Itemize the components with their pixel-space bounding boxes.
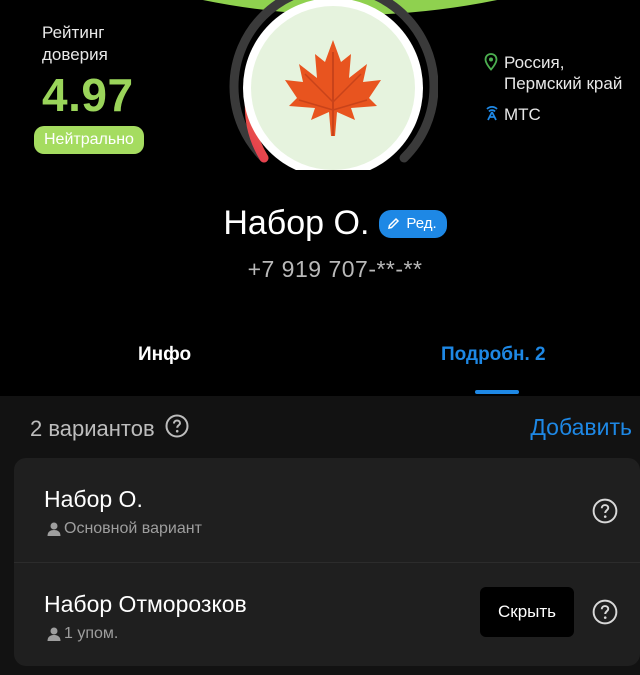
profile-header: Рейтинг доверия 4.97 Нейтрально Россия, … [0, 0, 640, 395]
trust-rating: Рейтинг доверия 4.97 Нейтрально [34, 22, 152, 154]
edit-button-label: Ред. [406, 215, 437, 232]
trust-rating-value: 4.97 [42, 69, 134, 121]
question-circle-icon[interactable] [592, 599, 618, 630]
active-tab-indicator [475, 390, 519, 394]
location-info: Россия, Пермский край МТС [484, 52, 640, 126]
edit-button[interactable]: Ред. [379, 209, 447, 238]
region-row: Россия, Пермский край [484, 52, 640, 94]
question-circle-icon[interactable] [165, 414, 189, 444]
variant-subtitle: 1 упом. [46, 625, 118, 643]
person-icon [47, 522, 61, 536]
variant-subtitle-text: 1 упом. [64, 625, 119, 642]
signal-tower-icon [484, 103, 504, 126]
pencil-icon [388, 217, 400, 229]
variants-section: 2 вариантов Добавить Набор О. Основной в… [0, 396, 640, 675]
variants-count: 2 вариантов [30, 416, 155, 441]
rating-gauge [229, 0, 438, 170]
detail-tabs: Инфо Подробн. 2 [0, 330, 640, 396]
tab-info[interactable]: Инфо [138, 344, 191, 366]
list-item[interactable]: Набор О. Основной вариант [14, 458, 640, 562]
phone-number: +7 919 707-**-** [247, 256, 423, 282]
add-variant-button[interactable]: Добавить [530, 414, 632, 441]
hide-button[interactable]: Скрыть [480, 587, 574, 637]
question-circle-icon[interactable] [592, 498, 618, 529]
contact-name: Набор О. [223, 204, 370, 242]
variants-header: 2 вариантов [30, 414, 189, 444]
variant-title: Набор Отморозков [44, 591, 247, 617]
tab-details[interactable]: Подробн. 2 [441, 344, 546, 366]
avatar-with-gauge [228, 0, 438, 170]
variant-title: Набор О. [44, 486, 143, 512]
variants-card: Набор О. Основной вариант Набор Отморозк… [14, 458, 640, 666]
variant-subtitle: Основной вариант [46, 520, 202, 538]
region-text: Россия, Пермский край [504, 53, 623, 93]
variant-subtitle-text: Основной вариант [64, 520, 202, 537]
trust-rating-label: Рейтинг доверия [42, 23, 108, 64]
carrier-text: МТС [504, 104, 541, 124]
trust-status-badge[interactable]: Нейтрально [34, 126, 144, 154]
list-item[interactable]: Набор Отморозков 1 упом. Скрыть [14, 562, 640, 666]
person-icon [47, 627, 61, 641]
carrier-row: МТС [484, 102, 640, 126]
contact-name-row: Набор О. Ред. [0, 204, 640, 243]
location-pin-icon [484, 53, 504, 76]
